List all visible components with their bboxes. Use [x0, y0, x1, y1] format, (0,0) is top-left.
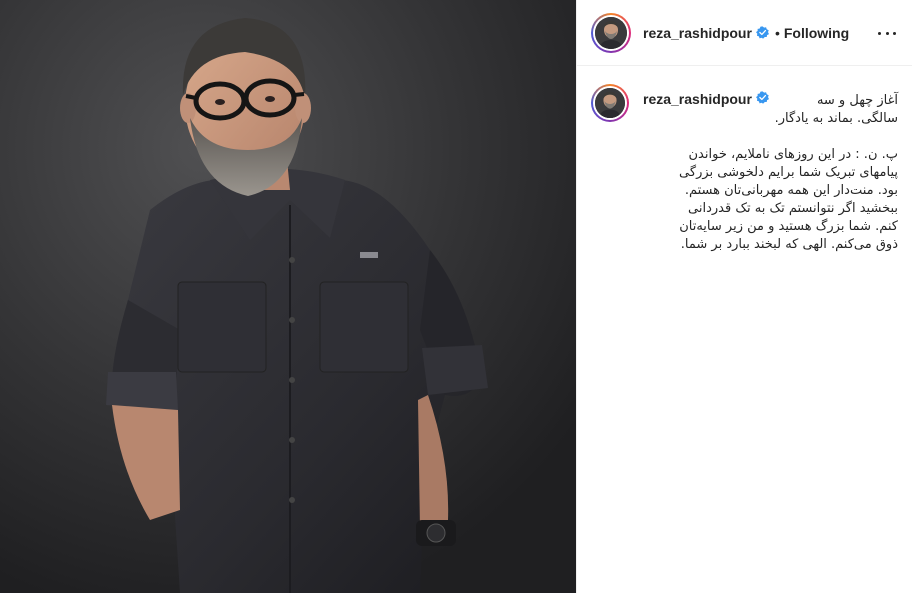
header-username[interactable]: reza_rashidpour: [643, 25, 752, 41]
instagram-post: reza_rashidpour • Following reza_rashidp…: [0, 0, 912, 593]
caption-line: کنم. شما بزرگ هستید و من زیر سایه‌تان: [679, 219, 898, 234]
caption-line: پ. ن. : در این روزهای ناملایم، خواندن: [688, 147, 899, 162]
avatar[interactable]: [591, 12, 631, 53]
portrait-illustration: [0, 0, 576, 593]
caption-line: پیامهای تبریک شما برایم دلخوشی بزرگی: [679, 165, 898, 180]
caption-title-line-2: سالگی. بماند به یادگار.: [774, 111, 898, 126]
verified-badge-icon: [755, 26, 769, 39]
caption-username[interactable]: reza_rashidpour: [643, 90, 752, 108]
post-photo[interactable]: [0, 0, 576, 593]
caption-title-line-1: آغاز چهل و سه: [816, 93, 898, 108]
more-options-icon[interactable]: [878, 24, 896, 42]
post-sidebar: reza_rashidpour • Following reza_rashidp…: [576, 0, 912, 593]
avatar-image: [595, 88, 625, 118]
caption-line: بود. منت‌دار این همه مهربانی‌تان هستم.: [684, 183, 898, 198]
caption-avatar[interactable]: [591, 84, 629, 122]
caption-body: reza_rashidpour آغاز چهل و سه سالگی. بما…: [643, 90, 898, 254]
avatar-image: [595, 16, 627, 49]
verified-badge-icon: [755, 91, 769, 104]
caption-line: ذوق می‌کنم. الهی که لبخند ببارد بر شما.: [680, 237, 898, 252]
separator-dot: •: [774, 24, 780, 41]
caption: reza_rashidpour آغاز چهل و سه سالگی. بما…: [577, 66, 912, 254]
caption-paragraph: پ. ن. : در این روزهای ناملایم، خواندن پی…: [643, 146, 898, 254]
following-button[interactable]: Following: [784, 25, 849, 41]
caption-line: ببخشید اگر نتوانستم تک به تک قدردانی: [688, 201, 898, 216]
post-header: reza_rashidpour • Following: [577, 0, 912, 66]
